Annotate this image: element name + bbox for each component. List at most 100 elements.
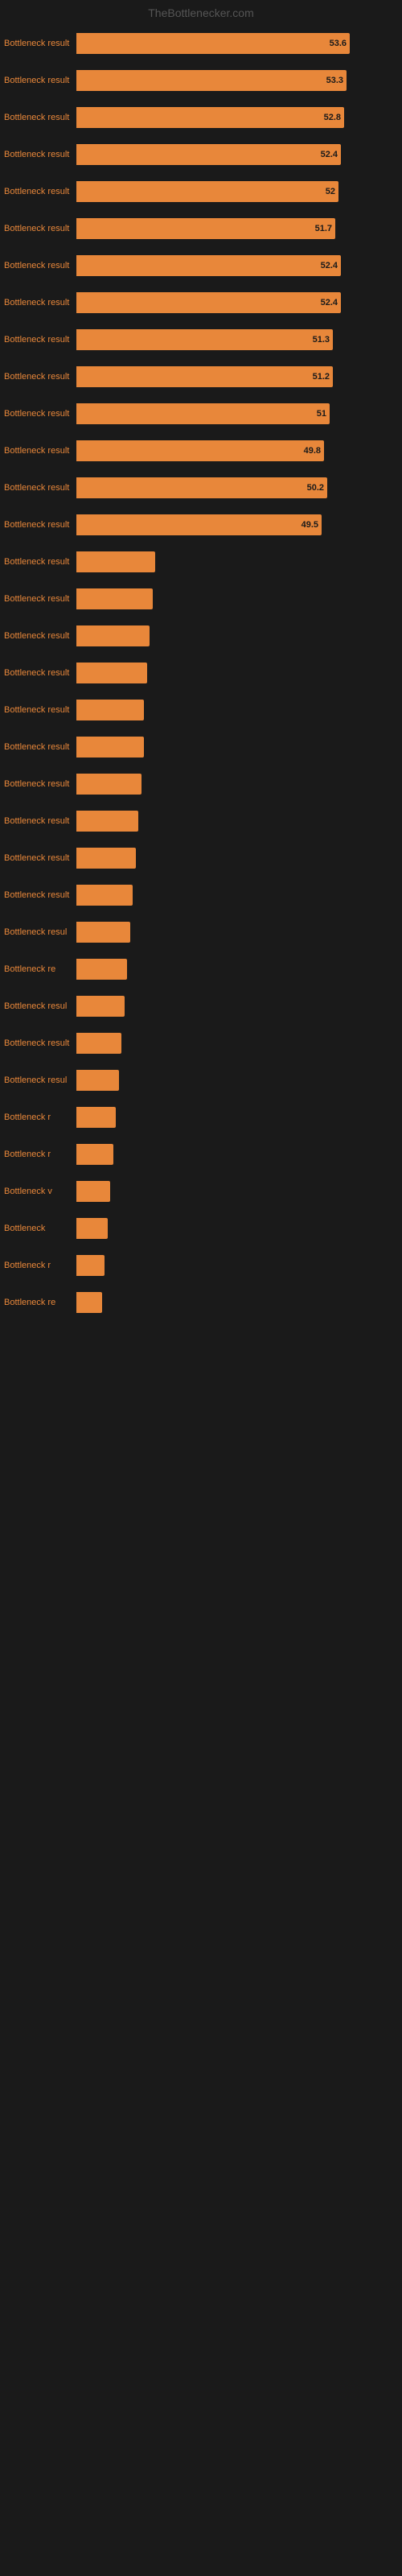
bar-value: 52.4: [321, 298, 338, 308]
bar-label: Bottleneck result: [4, 446, 76, 456]
bar-value: 50.2: [307, 483, 324, 493]
bar-row: Bottleneck result: [4, 1030, 394, 1056]
bar-value: 49.8: [304, 446, 321, 456]
bar-row: Bottleneck result: [4, 623, 394, 649]
bar-row: Bottleneck r: [4, 1253, 394, 1278]
bar-row: Bottleneck result: [4, 845, 394, 871]
bar: 52.8: [76, 107, 344, 128]
bar-label: Bottleneck result: [4, 335, 76, 345]
bar-row: Bottleneck: [4, 1216, 394, 1241]
bar-value: 51.3: [313, 335, 330, 345]
bar-label: Bottleneck result: [4, 150, 76, 159]
bar-label: Bottleneck result: [4, 594, 76, 604]
bar-row: Bottleneck result: [4, 697, 394, 723]
bar-label: Bottleneck re: [4, 964, 76, 974]
bar-label: Bottleneck result: [4, 779, 76, 789]
bar-row: Bottleneck result: [4, 660, 394, 686]
bar-row: Bottleneck re: [4, 1290, 394, 1315]
bar: [76, 1107, 116, 1128]
bar-row: Bottleneck result: [4, 882, 394, 908]
bar: [76, 1255, 105, 1276]
bar: [76, 700, 144, 720]
bar: [76, 1292, 102, 1313]
bar-row: Bottleneck r: [4, 1104, 394, 1130]
bar-value: 52.4: [321, 261, 338, 270]
bar: [76, 1070, 119, 1091]
bar: 51: [76, 403, 330, 424]
bar-label: Bottleneck result: [4, 631, 76, 641]
bar: 50.2: [76, 477, 327, 498]
bar-label: Bottleneck result: [4, 742, 76, 752]
site-header: TheBottlenecker.com: [0, 0, 402, 23]
bar-wrapper: 52.4: [76, 290, 394, 316]
bar-row: Bottleneck r: [4, 1141, 394, 1167]
bar: 51.3: [76, 329, 333, 350]
bar: [76, 1218, 108, 1239]
bar-value: 51: [317, 409, 326, 419]
bar-label: Bottleneck v: [4, 1187, 76, 1196]
bar-row: Bottleneck result52.8: [4, 105, 394, 130]
bar-row: Bottleneck result 50.2: [4, 475, 394, 501]
bar-row: Bottleneck result51.2: [4, 364, 394, 390]
bar: [76, 625, 150, 646]
bar-wrapper: [76, 734, 394, 760]
bar-row: Bottleneck result49.5: [4, 512, 394, 538]
bar: [76, 588, 153, 609]
bar-wrapper: [76, 586, 394, 612]
bar-wrapper: [76, 882, 394, 908]
bar-row: Bottleneck result: [4, 549, 394, 575]
bar-row: Bottleneck resul: [4, 993, 394, 1019]
bar: [76, 996, 125, 1017]
bar-wrapper: [76, 771, 394, 797]
bar: [76, 1144, 113, 1165]
bar-label: Bottleneck result: [4, 261, 76, 270]
bar-value: 49.5: [302, 520, 318, 530]
bar: [76, 811, 138, 832]
bar: [76, 774, 142, 795]
bar-wrapper: 49.8: [76, 438, 394, 464]
bar-label: Bottleneck resul: [4, 1001, 76, 1011]
bar-row: Bottleneck re: [4, 956, 394, 982]
bar-label: Bottleneck resul: [4, 927, 76, 937]
bar: [76, 959, 127, 980]
bar-row: Bottleneck result53.6: [4, 31, 394, 56]
bar-label: Bottleneck result: [4, 853, 76, 863]
bar: [76, 848, 136, 869]
bar-label: Bottleneck result: [4, 76, 76, 85]
bar: 52.4: [76, 292, 341, 313]
bar: 51.2: [76, 366, 333, 387]
bar-row: Bottleneck result51: [4, 401, 394, 427]
bar-wrapper: 53.6: [76, 31, 394, 56]
bar-row: Bottleneck result52.4: [4, 142, 394, 167]
bar-label: Bottleneck r: [4, 1261, 76, 1270]
bar-row: Bottleneck result 49.8: [4, 438, 394, 464]
bar: [76, 663, 147, 683]
bar: 53.3: [76, 70, 347, 91]
bar-wrapper: 53.3: [76, 68, 394, 93]
bar-wrapper: [76, 1179, 394, 1204]
bar-row: Bottleneck result 52.4: [4, 290, 394, 316]
bar-wrapper: 51.7: [76, 216, 394, 242]
bar: [76, 1181, 110, 1202]
bar-label: Bottleneck resul: [4, 1075, 76, 1085]
bar-label: Bottleneck result: [4, 483, 76, 493]
bar-wrapper: [76, 697, 394, 723]
bar-wrapper: 52: [76, 179, 394, 204]
bar-label: Bottleneck r: [4, 1150, 76, 1159]
bar-label: Bottleneck result: [4, 298, 76, 308]
bar: 52.4: [76, 255, 341, 276]
bar-wrapper: 50.2: [76, 475, 394, 501]
bar-wrapper: [76, 623, 394, 649]
bar-wrapper: [76, 919, 394, 945]
bar-label: Bottleneck result: [4, 1038, 76, 1048]
bar: [76, 885, 133, 906]
bar: 49.8: [76, 440, 324, 461]
bar-row: Bottleneck v: [4, 1179, 394, 1204]
bar-wrapper: [76, 1253, 394, 1278]
bar-wrapper: 52.4: [76, 253, 394, 279]
bar-value: 51.7: [315, 224, 332, 233]
bar: 53.6: [76, 33, 350, 54]
bar-value: 53.6: [330, 39, 347, 48]
bar-value: 51.2: [313, 372, 330, 382]
bar: 52: [76, 181, 338, 202]
